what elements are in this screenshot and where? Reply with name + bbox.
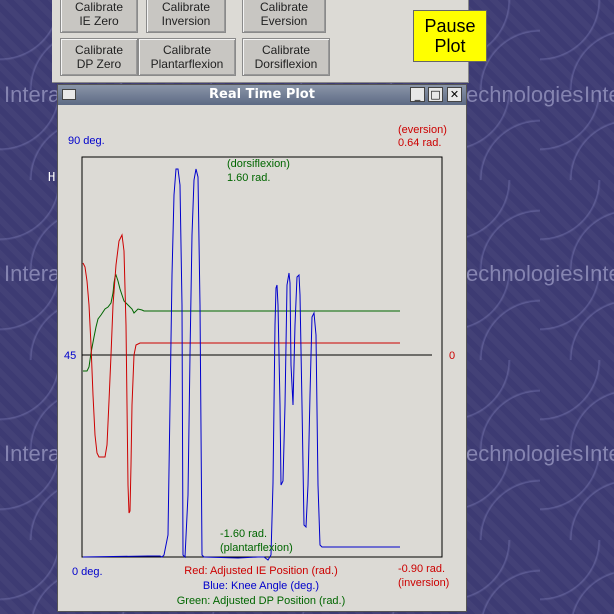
calibration-panel: Calibrate IE Zero Calibrate Inversion Ca… [52, 0, 487, 83]
ie-axis-mid-label: 0 [449, 350, 455, 362]
dp-bottom-value: -1.60 rad. [220, 528, 267, 540]
button-label: Plantarflexion [150, 57, 224, 71]
real-time-plot-window: Real Time Plot _ □ ✕ 90 deg. 45 0 deg. (… [57, 84, 467, 612]
button-label: Dorsiflexion [254, 57, 318, 71]
watermark-text: Intera [4, 261, 61, 286]
pause-plot-button[interactable]: Pause Plot [413, 10, 487, 62]
knee-axis-bottom-label: 0 deg. [72, 566, 103, 578]
desktop-cursor-glyph: H [48, 170, 56, 184]
watermark-text: Intera [4, 82, 61, 107]
watermark-text: Inte [584, 441, 614, 466]
ie-axis-top-label: (eversion) [398, 124, 447, 136]
calibrate-ie-zero-button[interactable]: Calibrate IE Zero [60, 0, 138, 33]
watermark-text: echnologies [466, 82, 584, 107]
ie-axis-top-value: 0.64 rad. [398, 137, 441, 149]
watermark-text: Intera [4, 441, 61, 466]
watermark-text: echnologies [466, 441, 584, 466]
ie-axis-bottom-label: (inversion) [398, 577, 449, 589]
minimize-icon[interactable]: _ [410, 87, 425, 102]
calibrate-inversion-button[interactable]: Calibrate Inversion [146, 0, 226, 33]
calibrate-dorsiflexion-button[interactable]: Calibrate Dorsiflexion [242, 38, 330, 76]
legend-red: Red: Adjusted IE Position (rad.) [184, 565, 337, 577]
button-label: Calibrate [259, 0, 309, 14]
watermark-text: echnologies [466, 261, 584, 286]
legend-blue: Blue: Knee Angle (deg.) [203, 580, 319, 592]
dp-top-value: 1.60 rad. [227, 172, 270, 184]
button-label: Eversion [260, 14, 308, 28]
button-label: DP Zero [76, 57, 122, 71]
dp-top-label: (dorsiflexion) [227, 158, 290, 170]
button-label: Inversion [161, 14, 211, 28]
plot-frame [81, 156, 443, 558]
button-label: IE Zero [79, 14, 119, 28]
maximize-icon[interactable]: □ [428, 87, 443, 102]
button-label: Calibrate [261, 43, 311, 57]
close-icon[interactable]: ✕ [447, 87, 462, 102]
ie-axis-bottom-value: -0.90 rad. [398, 563, 445, 575]
watermark-text: Inte [584, 261, 614, 286]
calibrate-eversion-button[interactable]: Calibrate Eversion [242, 0, 326, 33]
button-label: Calibrate [74, 0, 124, 14]
window-titlebar[interactable]: Real Time Plot _ □ ✕ [58, 85, 466, 105]
legend-green: Green: Adjusted DP Position (rad.) [177, 595, 346, 607]
knee-axis-top-label: 90 deg. [68, 135, 105, 147]
dp-bottom-label: (plantarflexion) [220, 542, 293, 554]
button-label: Calibrate [162, 43, 212, 57]
calibrate-dp-zero-button[interactable]: Calibrate DP Zero [60, 38, 138, 76]
button-label: Calibrate [74, 43, 124, 57]
button-label: Calibrate [161, 0, 211, 14]
button-label: Plot [434, 36, 466, 56]
window-title: Real Time Plot [209, 87, 315, 102]
plot-canvas: 90 deg. 45 0 deg. (eversion) 0.64 rad. 0… [64, 124, 455, 607]
button-label: Pause [424, 16, 476, 36]
calibrate-plantarflexion-button[interactable]: Calibrate Plantarflexion [138, 38, 236, 76]
watermark-text: Inte [584, 82, 614, 107]
knee-axis-mid-label: 45 [64, 350, 76, 362]
